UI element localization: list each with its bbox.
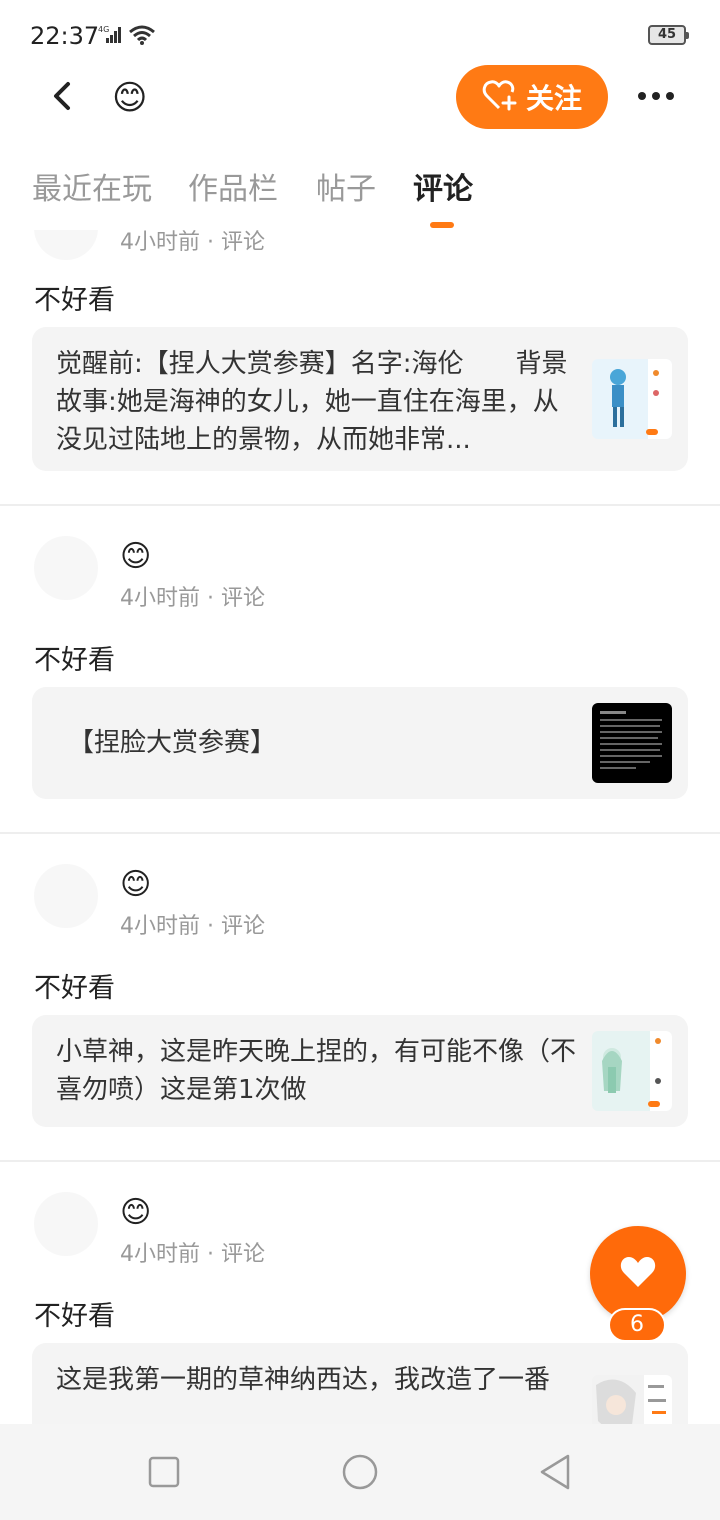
avatar[interactable]: [34, 864, 98, 928]
tab-works[interactable]: 作品栏: [188, 164, 278, 208]
avatar[interactable]: [34, 230, 98, 260]
home-square-icon[interactable]: [144, 1452, 184, 1492]
card-text: 这是我第一期的草神纳西达，我改造了一番: [56, 1365, 551, 1395]
back-triangle-icon[interactable]: [536, 1452, 576, 1492]
card-text: 觉醒前:【捏人大赏参赛】名字:海伦 背景故事:她是海神的女儿，她一直住在海里，从…: [56, 349, 568, 455]
post-thumbnail: [592, 703, 672, 783]
post-thumbnail: [592, 359, 672, 439]
post-meta: 4小时前 · 评论: [120, 230, 265, 255]
linked-post-card[interactable]: 小草神，这是昨天晚上捏的，有可能不像（不喜勿喷）这是第1次做: [32, 1015, 688, 1127]
card-text: 【捏脸大赏参赛】: [68, 728, 277, 758]
heart-plus-icon: [482, 79, 518, 115]
linked-post-card[interactable]: 这是我第一期的草神纳西达，我改造了一番: [32, 1343, 688, 1424]
tab-posts[interactable]: 帖子: [316, 164, 376, 208]
comment-text: 不好看: [34, 1301, 115, 1332]
card-text: 小草神，这是昨天晚上捏的，有可能不像（不喜勿喷）这是第1次做: [56, 1037, 576, 1105]
signal-icon: 4G: [98, 24, 124, 48]
divider: [0, 1160, 720, 1162]
follow-label: 关注: [525, 82, 582, 115]
user-emoji-avatar: 😊: [112, 78, 148, 118]
user-emoji: 😊: [120, 867, 152, 902]
tab-recently-played[interactable]: 最近在玩: [32, 164, 152, 208]
divider: [0, 504, 720, 506]
user-emoji: 😊: [120, 539, 152, 574]
post-meta: 4小时前 · 评论: [120, 914, 265, 939]
status-bar: 22:37 4G 45: [0, 0, 720, 60]
post-meta: 4小时前 · 评论: [120, 586, 265, 611]
more-icon[interactable]: [636, 86, 676, 106]
user-emoji: 😊: [120, 1195, 152, 1230]
follow-button[interactable]: 关注: [456, 65, 608, 129]
tab-comments[interactable]: 评论: [413, 164, 473, 208]
post-meta: 4小时前 · 评论: [120, 1242, 265, 1267]
svg-text:4G: 4G: [98, 25, 109, 34]
like-count-badge: 6: [608, 1308, 666, 1342]
comment-text: 不好看: [34, 645, 115, 676]
post-thumbnail: [592, 1031, 672, 1111]
system-nav-bar: [0, 1424, 720, 1520]
status-time: 22:37: [30, 22, 100, 50]
comment-text: 不好看: [34, 973, 115, 1004]
avatar[interactable]: [34, 536, 98, 600]
linked-post-card[interactable]: 觉醒前:【捏人大赏参赛】名字:海伦 背景故事:她是海神的女儿，她一直住在海里，从…: [32, 327, 688, 471]
home-circle-icon[interactable]: [340, 1452, 380, 1492]
profile-tabs: 最近在玩 作品栏 帖子 评论: [0, 160, 720, 230]
wifi-icon: [128, 24, 156, 50]
avatar[interactable]: [34, 1192, 98, 1256]
battery-indicator: 45: [648, 25, 689, 45]
linked-post-card[interactable]: 【捏脸大赏参赛】: [32, 687, 688, 799]
post-thumbnail: [592, 1375, 672, 1424]
back-icon[interactable]: [44, 76, 84, 116]
profile-header: 😊 关注: [0, 60, 720, 140]
comment-text: 不好看: [34, 285, 115, 316]
divider: [0, 832, 720, 834]
tab-active-indicator: [430, 222, 454, 228]
heart-icon: [618, 1254, 658, 1294]
